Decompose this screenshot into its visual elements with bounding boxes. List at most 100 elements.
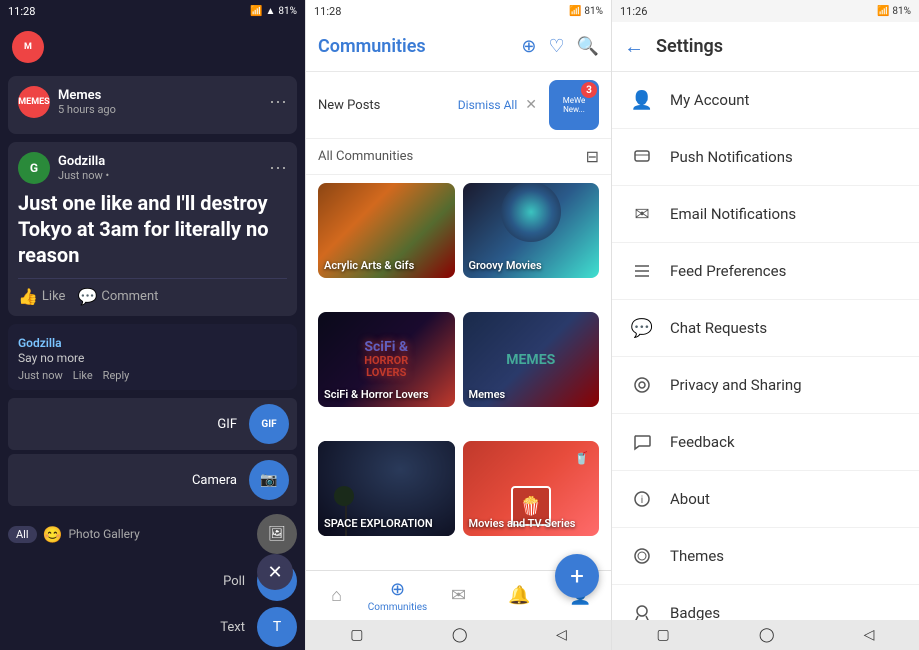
- communities-create-icon[interactable]: ⊕: [521, 36, 536, 57]
- dismiss-x-btn[interactable]: ✕: [525, 97, 537, 113]
- settings-item-themes[interactable]: Themes: [612, 528, 919, 585]
- nav-messages-comm[interactable]: ✉: [428, 585, 489, 606]
- themes-icon: [628, 542, 656, 570]
- communities-android-nav: ▢ ◯ ◁: [306, 620, 611, 650]
- badges-icon: [628, 599, 656, 620]
- community-card-movies[interactable]: 🍿 🥤 Movies and TV Series: [463, 441, 600, 536]
- photo-gallery-button[interactable]: 🖼: [257, 514, 297, 554]
- back-button[interactable]: ←: [624, 34, 644, 59]
- comment-like-btn[interactable]: Like: [73, 369, 93, 382]
- fab-add-community[interactable]: +: [555, 554, 599, 598]
- settings-panel: 11:26 📶 81% ← Settings 👤 My Account Push…: [612, 0, 919, 650]
- post-more-btn[interactable]: ⋯: [269, 92, 287, 113]
- feed-pref-label: Feed Preferences: [670, 262, 786, 280]
- settings-item-feedback[interactable]: Feedback: [612, 414, 919, 471]
- text-row: Text T: [0, 604, 305, 650]
- like-icon: 👍: [18, 287, 38, 306]
- comm-android-circle[interactable]: ◯: [452, 627, 468, 643]
- all-photo-row: All 😊 Photo Gallery 🖼: [0, 510, 305, 558]
- community-card-scifi[interactable]: SciFi & HORROR LOVERS SciFi & Horror Lov…: [318, 312, 455, 407]
- main-post-author-row: G Godzilla Just now • ⋯: [18, 152, 287, 184]
- close-overlay-button[interactable]: ✕: [257, 554, 293, 590]
- settings-item-feed-pref[interactable]: Feed Preferences: [612, 243, 919, 300]
- camera-button[interactable]: 📷: [249, 460, 289, 500]
- comm-android-square[interactable]: ▢: [350, 627, 363, 643]
- comment-icon: 💬: [77, 287, 97, 306]
- settings-title: Settings: [656, 36, 723, 57]
- acrylic-name: Acrylic Arts & Gifs: [324, 259, 414, 272]
- community-card-acrylic[interactable]: Acrylic Arts & Gifs: [318, 183, 455, 278]
- community-card-space[interactable]: SPACE EXPLORATION: [318, 441, 455, 536]
- post-actions: 👍 Like 💬 Comment: [18, 278, 287, 306]
- push-notif-label: Push Notifications: [670, 148, 793, 166]
- themes-label: Themes: [670, 547, 724, 565]
- battery-label: 81%: [278, 6, 297, 17]
- communities-favorite-icon[interactable]: ♡: [548, 36, 564, 57]
- account-icon: 👤: [628, 86, 656, 114]
- post-meta: Memes 5 hours ago: [58, 88, 269, 116]
- settings-item-about[interactable]: i About: [612, 471, 919, 528]
- comm-android-back[interactable]: ◁: [556, 627, 567, 643]
- feed-post-card: MEMES Memes 5 hours ago ⋯: [8, 76, 297, 134]
- settings-time: 11:26: [620, 5, 647, 18]
- comment-button[interactable]: 💬 Comment: [77, 287, 158, 306]
- community-card-memes[interactable]: MEMES Memes: [463, 312, 600, 407]
- communities-comm-icon: ⊕: [390, 579, 405, 600]
- text-format-icon: T: [273, 619, 281, 635]
- settings-item-email-notif[interactable]: ✉ Email Notifications: [612, 186, 919, 243]
- post-time: 5 hours ago: [58, 103, 269, 116]
- feed-panel: 11:28 📶 ▲ 81% M MEMES Memes 5 hours ago …: [0, 0, 305, 650]
- feed-header-avatar: M: [12, 31, 44, 63]
- settings-status-icons: 📶 81%: [877, 6, 911, 17]
- post-avatar-memes: MEMES: [18, 86, 50, 118]
- gif-button[interactable]: GIF: [249, 404, 289, 444]
- filter-icon[interactable]: ⊟: [586, 147, 599, 166]
- communities-status-bar: 11:28 📶 81%: [306, 0, 611, 22]
- movies-name: Movies and TV Series: [469, 517, 576, 530]
- post-author: Memes: [58, 88, 269, 103]
- camera-icon: 📷: [260, 472, 277, 488]
- communities-search-icon[interactable]: 🔍: [577, 36, 599, 57]
- feed-pref-icon: [628, 257, 656, 285]
- godzilla-meta: Godzilla Just now •: [58, 154, 269, 182]
- email-notif-label: Email Notifications: [670, 205, 796, 223]
- settings-android-square[interactable]: ▢: [657, 627, 670, 643]
- godzilla-avatar: G: [18, 152, 50, 184]
- email-notif-icon: ✉: [628, 200, 656, 228]
- comment-reply-btn[interactable]: Reply: [103, 369, 130, 382]
- settings-item-badges[interactable]: Badges: [612, 585, 919, 620]
- settings-item-push-notif[interactable]: Push Notifications: [612, 129, 919, 186]
- settings-android-circle[interactable]: ◯: [759, 627, 775, 643]
- comment-label: Comment: [101, 289, 158, 304]
- settings-signal-icon: 📶: [877, 6, 889, 17]
- like-button[interactable]: 👍 Like: [18, 287, 65, 306]
- privacy-label: Privacy and Sharing: [670, 376, 802, 394]
- chat-req-label: Chat Requests: [670, 319, 767, 337]
- communities-time: 11:28: [314, 5, 341, 18]
- community-card-groovy[interactable]: Groovy Movies: [463, 183, 600, 278]
- comment-meta: Just now Like Reply: [18, 369, 287, 382]
- space-name: SPACE EXPLORATION: [324, 517, 433, 530]
- settings-android-back[interactable]: ◁: [864, 627, 875, 643]
- svg-text:i: i: [641, 495, 643, 506]
- gif-icon: GIF: [261, 419, 276, 430]
- dismiss-all-btn[interactable]: Dismiss All: [458, 98, 517, 112]
- badges-label: Badges: [670, 604, 720, 620]
- godzilla-more-btn[interactable]: ⋯: [269, 158, 287, 179]
- settings-item-chat-req[interactable]: 💬 Chat Requests: [612, 300, 919, 357]
- nav-notif-comm[interactable]: 🔔: [489, 585, 550, 606]
- communities-nav-label: Communities: [368, 602, 427, 613]
- text-button[interactable]: T: [257, 607, 297, 647]
- new-post-thumbnail[interactable]: 3 MeWe New...: [549, 80, 599, 130]
- feed-status-icons: 📶 ▲ 81%: [250, 6, 297, 17]
- push-notif-icon: [628, 143, 656, 171]
- settings-item-account[interactable]: 👤 My Account: [612, 72, 919, 129]
- settings-item-privacy[interactable]: Privacy and Sharing: [612, 357, 919, 414]
- nav-home-comm[interactable]: ⌂: [306, 585, 367, 606]
- communities-panel: 11:28 📶 81% Communities ⊕ ♡ 🔍 New Posts …: [305, 0, 612, 650]
- settings-status-bar: 11:26 📶 81%: [612, 0, 919, 22]
- godzilla-time: Just now •: [58, 169, 269, 182]
- account-label: My Account: [670, 91, 749, 109]
- all-filter-btn[interactable]: All: [8, 526, 37, 543]
- nav-communities-comm[interactable]: ⊕ Communities: [367, 579, 428, 613]
